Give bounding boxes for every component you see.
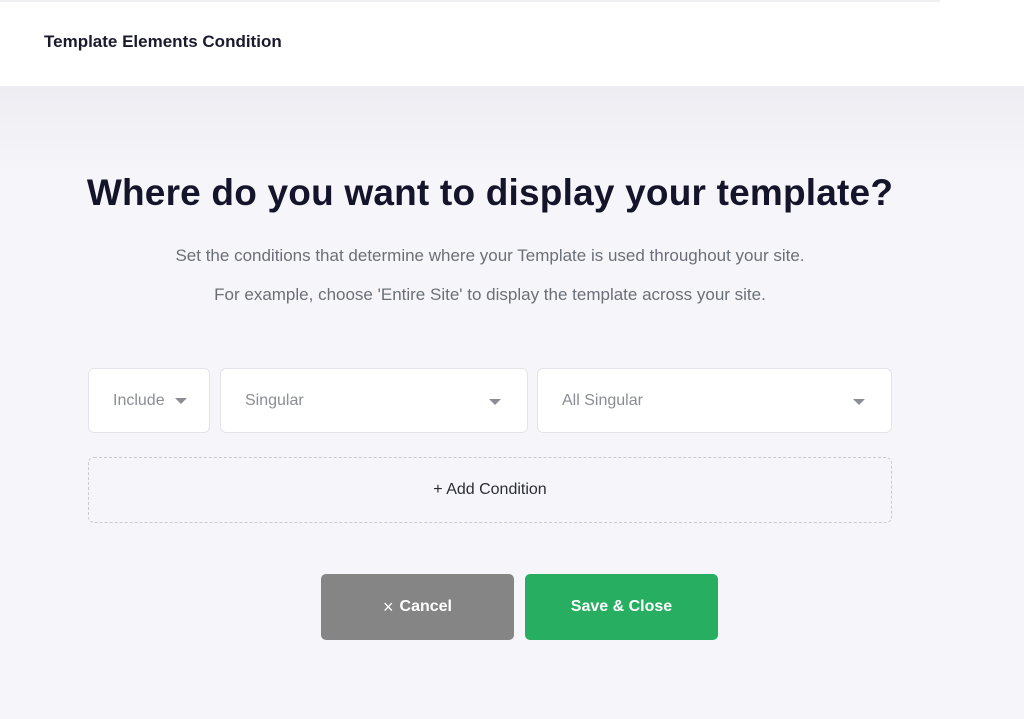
condition-subtype-value: All Singular [562, 391, 643, 409]
header-divider [0, 0, 940, 2]
page-heading: Where do you want to display your templa… [86, 172, 894, 213]
caret-down-icon [853, 399, 865, 405]
condition-subtype-select[interactable]: All Singular [537, 368, 892, 433]
include-select[interactable]: Include [88, 368, 210, 433]
background-band [0, 86, 1024, 176]
description-line-1: Set the conditions that determine where … [175, 246, 805, 265]
cancel-button[interactable]: × Cancel [321, 574, 514, 640]
header-title: Template Elements Condition [44, 32, 282, 51]
header-bar: Template Elements Condition [0, 0, 1024, 86]
condition-type-value: Singular [245, 391, 304, 409]
save-close-button[interactable]: Save & Close [525, 574, 718, 640]
add-condition-button[interactable]: + Add Condition [88, 457, 892, 523]
description-line-2: For example, choose 'Entire Site' to dis… [214, 285, 766, 304]
caret-down-icon [174, 397, 187, 404]
close-icon: × [383, 597, 394, 617]
condition-type-select[interactable]: Singular [220, 368, 528, 433]
cancel-label: Cancel [399, 598, 452, 615]
include-select-value: Include [113, 391, 165, 409]
caret-down-icon [489, 399, 501, 405]
